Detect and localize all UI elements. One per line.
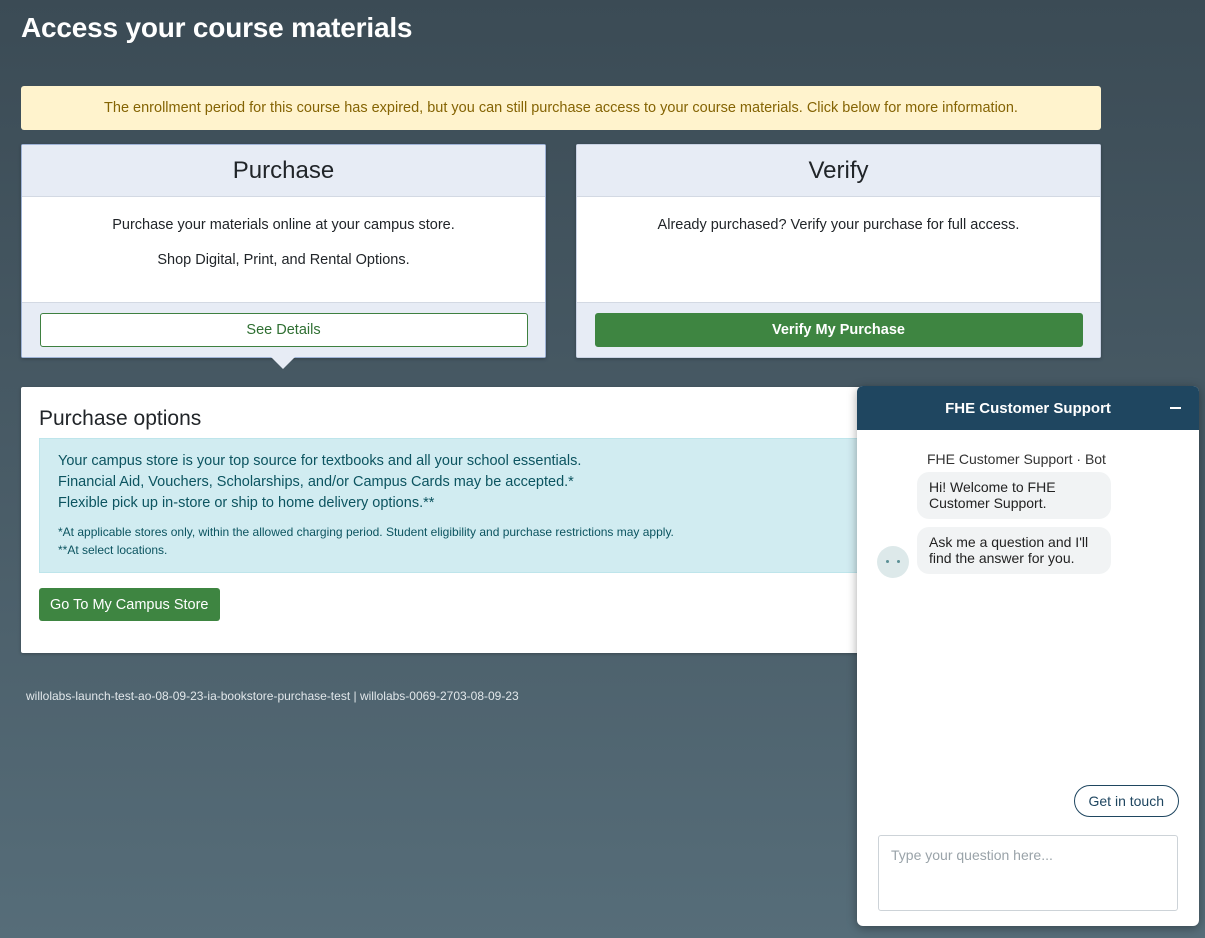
purchase-card-title: Purchase (22, 145, 545, 197)
minimize-icon[interactable] (1170, 407, 1181, 409)
verify-card-line1: Already purchased? Verify your purchase … (657, 217, 1020, 233)
info-footnote: **At select locations. (58, 543, 168, 557)
chat-question-input[interactable] (878, 835, 1178, 911)
see-details-button[interactable]: See Details (39, 313, 528, 347)
purchase-card-line2: Shop Digital, Print, and Rental Options. (157, 252, 410, 268)
verify-my-purchase-button[interactable]: Verify My Purchase (594, 313, 1083, 347)
campus-store-info-box: Your campus store is your top source for… (39, 438, 879, 573)
launch-identifier: willolabs-launch-test-ao-08-09-23-ia-boo… (26, 689, 519, 703)
verify-card-body: Already purchased? Verify your purchase … (577, 197, 1100, 302)
chat-widget: FHE Customer Support FHE Customer Suppor… (857, 386, 1199, 926)
verify-card-footer: Verify My Purchase (577, 302, 1100, 357)
info-line: Flexible pick up in-store or ship to hom… (58, 495, 435, 511)
enrollment-expired-alert: The enrollment period for this course ha… (21, 86, 1101, 130)
purchase-options-panel: Purchase options Your campus store is yo… (21, 387, 879, 653)
caret-down-icon (270, 356, 296, 369)
purchase-options-title: Purchase options (39, 407, 202, 430)
verify-card: Verify Already purchased? Verify your pu… (576, 144, 1101, 358)
chat-title: FHE Customer Support (945, 399, 1111, 417)
info-line: Your campus store is your top source for… (58, 453, 582, 469)
purchase-card-body: Purchase your materials online at your c… (22, 197, 545, 302)
get-in-touch-button[interactable]: Get in touch (1073, 785, 1179, 817)
chat-message: Hi! Welcome to FHE Customer Support. (917, 472, 1111, 519)
chat-header: FHE Customer Support (857, 386, 1199, 430)
page-title: Access your course materials (21, 12, 413, 43)
alert-text: The enrollment period for this course ha… (104, 100, 1018, 116)
go-to-campus-store-button[interactable]: Go To My Campus Store (39, 588, 220, 621)
chat-message: Ask me a question and I'll find the answ… (917, 527, 1111, 574)
info-footnote: *At applicable stores only, within the a… (58, 525, 674, 539)
bot-avatar-icon (877, 546, 909, 578)
info-line: Financial Aid, Vouchers, Scholarships, a… (58, 474, 574, 490)
bot-label: FHE Customer Support · Bot (927, 451, 1106, 467)
purchase-card-line1: Purchase your materials online at your c… (112, 217, 455, 233)
purchase-card-footer: See Details (22, 302, 545, 357)
purchase-card: Purchase Purchase your materials online … (21, 144, 546, 358)
verify-card-title: Verify (577, 145, 1100, 197)
